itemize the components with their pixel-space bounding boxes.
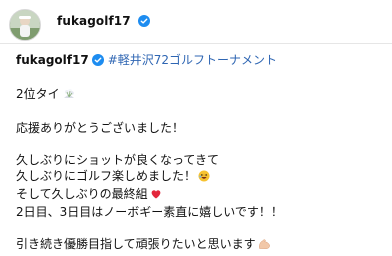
caption-header: fukagolf17 #軽井沢72ゴルフトーナメント — [16, 52, 384, 70]
laughing-face-icon — [198, 170, 210, 186]
profile-avatar[interactable] — [9, 9, 41, 41]
verified-badge-icon — [138, 15, 150, 30]
caption-line-no-bogey: 2日目、3日目はノーボギー素直に嬉しいです！！ — [16, 205, 283, 219]
avatar-image — [10, 10, 40, 40]
caption-line-shot: 久しぶりにショットが良くなってきて — [16, 153, 220, 167]
caption-line-text: 2位タイ — [16, 87, 60, 101]
hashtag-link[interactable]: #軽井沢72ゴルフトーナメント — [108, 53, 277, 67]
flexed-biceps-icon — [258, 238, 271, 254]
caption-line-final-group: そして久しぶりの最終組 — [16, 186, 384, 204]
caption-line-text: 久しぶりにゴルフ楽しめました！ — [16, 169, 197, 183]
verified-badge-icon — [91, 54, 104, 70]
post-caption: fukagolf17 #軽井沢72ゴルフトーナメント 2位タイ 応援ありがとうござ… — [16, 52, 384, 254]
caption-line-thanks: 応援ありがとうございました！ — [16, 121, 185, 135]
caption-line-text: 引き続き優勝目指して頑張りたいと思います — [16, 237, 256, 251]
caption-username[interactable]: fukagolf17 — [16, 53, 89, 67]
post-header: fukagolf17 — [0, 0, 392, 44]
caption-line-rank: 2位タイ — [16, 86, 384, 104]
header-username-text[interactable]: fukagolf17 — [57, 14, 131, 28]
header-username[interactable]: fukagolf17 — [57, 14, 150, 30]
caption-line-aim-win: 引き続き優勝目指して頑張りたいと思います — [16, 236, 384, 254]
caption-line-text: そして久しぶりの最終組 — [16, 187, 148, 201]
red-heart-icon — [150, 188, 162, 204]
instagram-post: fukagolf17 fukagolf17 #軽井沢72ゴルフトーナメント 2位タ… — [0, 0, 392, 256]
caption-line-enjoy: 久しぶりにゴルフ楽しめました！ — [16, 168, 384, 186]
bouquet-icon — [62, 88, 76, 104]
